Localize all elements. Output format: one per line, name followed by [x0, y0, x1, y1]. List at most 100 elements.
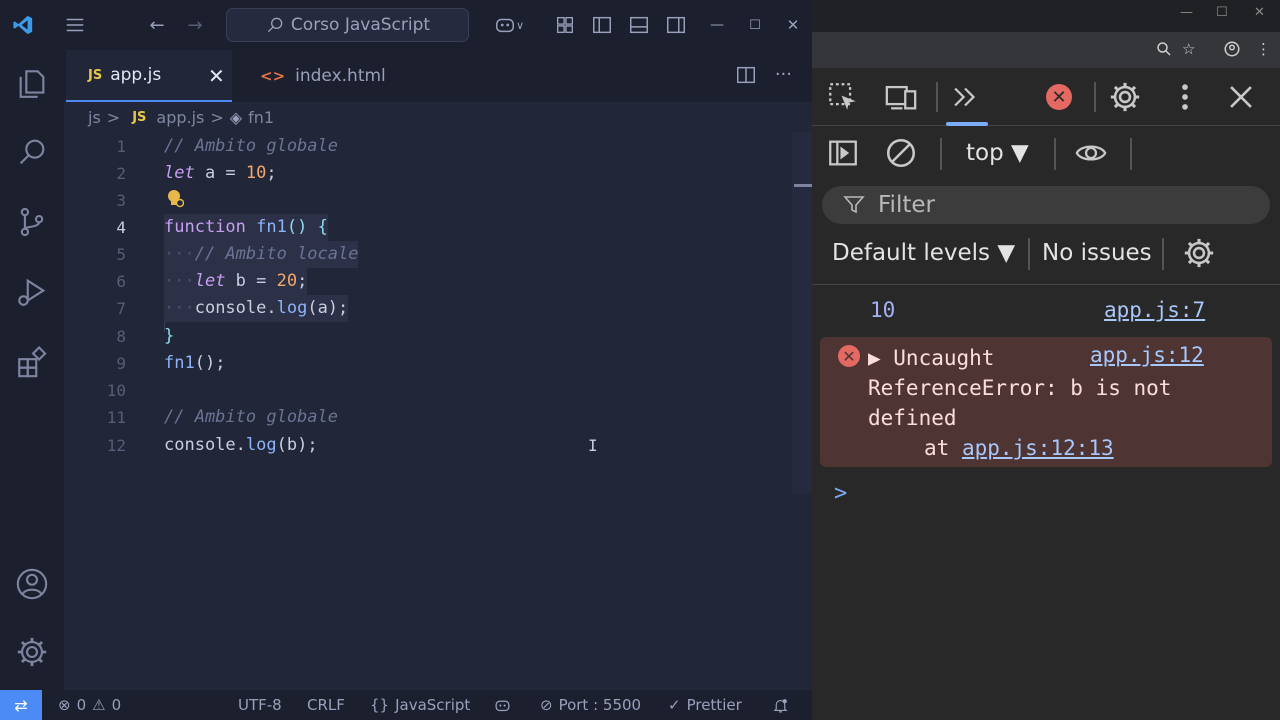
line-number: 1 — [116, 137, 126, 156]
line-number: 7 — [116, 299, 126, 318]
breadcrumb-folder[interactable]: js — [88, 108, 101, 127]
prettier-status[interactable]: ✓ Prettier — [668, 690, 742, 720]
console-prompt-chevron-icon[interactable]: > — [834, 481, 847, 506]
explorer-icon[interactable] — [14, 66, 50, 102]
console-filter-input[interactable]: Filter — [822, 186, 1270, 224]
log-source-link[interactable]: app.js:7 — [1104, 298, 1205, 322]
devtools-settings-icon[interactable] — [1108, 80, 1142, 114]
menu-icon[interactable] — [62, 12, 88, 38]
minimize-button[interactable]: — — [704, 12, 730, 38]
maximize-button[interactable]: ☐ — [742, 12, 768, 38]
language-mode[interactable]: {} JavaScript — [370, 690, 470, 720]
js-file-icon: JS — [88, 67, 103, 83]
layout-customize-icon[interactable] — [552, 12, 578, 38]
source-control-icon[interactable] — [14, 204, 50, 240]
code-text: (b); — [276, 435, 318, 455]
editor-actions: ··· — [735, 64, 792, 91]
toggle-panel-icon[interactable] — [626, 12, 652, 38]
filter-placeholder: Filter — [878, 192, 935, 218]
chrome-menu-icon[interactable]: ⋮ — [1256, 40, 1271, 58]
code-line: 1 // Ambito globale — [64, 133, 784, 160]
profile-icon[interactable] — [1223, 40, 1241, 62]
extensions-icon[interactable] — [14, 344, 50, 380]
browser-title-bar: — ☐ ✕ — [812, 0, 1280, 32]
eol-indicator[interactable]: CRLF — [307, 690, 345, 720]
code-line: 8 } — [64, 323, 784, 350]
line-number: 4 — [116, 218, 126, 237]
bookmark-star-icon[interactable]: ☆ — [1182, 40, 1195, 58]
breadcrumb-symbol[interactable]: fn1 — [248, 108, 274, 127]
double-check-icon: ✓ — [668, 696, 681, 714]
tab-app-js[interactable]: JS app.js ✕ — [66, 50, 232, 102]
code-text: ; — [297, 271, 308, 291]
browser-toolbar: ☆ ⋮ — [812, 32, 1280, 68]
remote-indicator-icon[interactable]: ⇄ — [0, 690, 42, 720]
back-arrow-icon[interactable]: ← — [144, 12, 170, 38]
run-debug-icon[interactable] — [14, 274, 50, 310]
code-line: 6 ···let b = 20; — [64, 268, 784, 295]
show-sidebar-icon[interactable] — [826, 136, 860, 170]
command-center-search[interactable]: Corso JavaScript — [226, 8, 469, 42]
error-source-link[interactable]: app.js:12 — [1090, 343, 1204, 367]
search-view-icon[interactable] — [14, 134, 50, 170]
log-levels-dropdown[interactable]: Default levels ▼ — [832, 240, 1015, 266]
code-comment: // Ambito globale — [164, 136, 338, 156]
error-count-badge-icon[interactable]: ✕ — [1046, 84, 1072, 110]
stack-at-label: at — [924, 436, 962, 460]
settings-gear-icon[interactable] — [14, 634, 50, 670]
accounts-icon[interactable] — [14, 566, 50, 602]
mouse-ibeam-cursor-icon: I — [588, 436, 598, 455]
close-window-button[interactable]: ✕ — [780, 12, 806, 38]
symbol-cube-icon: ◈ — [229, 107, 243, 127]
console-settings-icon[interactable] — [1182, 236, 1216, 270]
more-tabs-chevron-icon[interactable] — [948, 80, 982, 114]
forward-arrow-icon[interactable]: → — [182, 12, 208, 38]
code-number: 20 — [276, 271, 298, 291]
close-icon[interactable]: ✕ — [1254, 5, 1265, 20]
context-selector[interactable]: top ▼ — [966, 140, 1029, 166]
inspect-element-icon[interactable] — [826, 80, 860, 114]
code-line: 10 — [64, 377, 784, 404]
warning-count: 0 — [111, 696, 122, 714]
whitespace-marker: ··· — [164, 298, 195, 318]
html-file-icon: <> — [260, 67, 286, 85]
close-tab-icon[interactable]: ✕ — [208, 64, 225, 88]
close-devtools-icon[interactable] — [1224, 80, 1258, 114]
issues-button[interactable]: No issues — [1042, 240, 1152, 266]
clear-console-icon[interactable] — [884, 136, 918, 170]
whitespace-marker: ··· — [164, 244, 195, 264]
tab-index-html[interactable]: <> index.html — [244, 50, 424, 102]
breadcrumb-file[interactable]: app.js — [156, 108, 204, 127]
stack-source-link[interactable]: app.js:12:13 — [962, 436, 1114, 460]
js-file-icon: JS — [132, 109, 147, 125]
toggle-sidebar-icon[interactable] — [589, 12, 615, 38]
activity-bar — [0, 50, 64, 690]
code-text: (); — [194, 353, 226, 373]
toolbar-divider — [1130, 138, 1132, 170]
code-function-name: fn1 — [256, 217, 287, 237]
tab-label: index.html — [295, 66, 386, 86]
code-text: a = — [194, 163, 246, 183]
copilot-status-icon[interactable] — [494, 690, 511, 720]
live-server-port[interactable]: ⊘ Port : 5500 — [540, 690, 641, 720]
port-label: Port : 5500 — [558, 696, 642, 714]
problems-indicator[interactable]: ⊗ 0 ⚠ 0 — [58, 690, 121, 720]
no-entry-icon: ⊘ — [540, 696, 553, 714]
breadcrumb-separator: > — [106, 107, 121, 127]
code-line: 11 // Ambito globale — [64, 404, 784, 431]
lightbulb-icon[interactable] — [166, 188, 184, 210]
copilot-icon[interactable]: ∨ — [486, 12, 532, 38]
notifications-bell-icon[interactable] — [772, 690, 789, 720]
maximize-icon[interactable]: ☐ — [1216, 5, 1228, 20]
zoom-icon[interactable] — [1155, 40, 1173, 62]
minimize-icon[interactable]: — — [1180, 5, 1193, 20]
device-toolbar-icon[interactable] — [884, 80, 918, 114]
code-editor[interactable]: 1 // Ambito globale 2 let a = 10; 3 4 fu… — [64, 132, 812, 690]
customize-devtools-icon[interactable] — [1168, 80, 1202, 114]
live-expression-eye-icon[interactable] — [1074, 136, 1108, 170]
split-editor-icon[interactable] — [735, 64, 757, 91]
more-actions-icon[interactable]: ··· — [775, 64, 792, 91]
toggle-secondary-sidebar-icon[interactable] — [663, 12, 689, 38]
error-count: 0 — [76, 696, 87, 714]
encoding-indicator[interactable]: UTF-8 — [238, 690, 282, 720]
